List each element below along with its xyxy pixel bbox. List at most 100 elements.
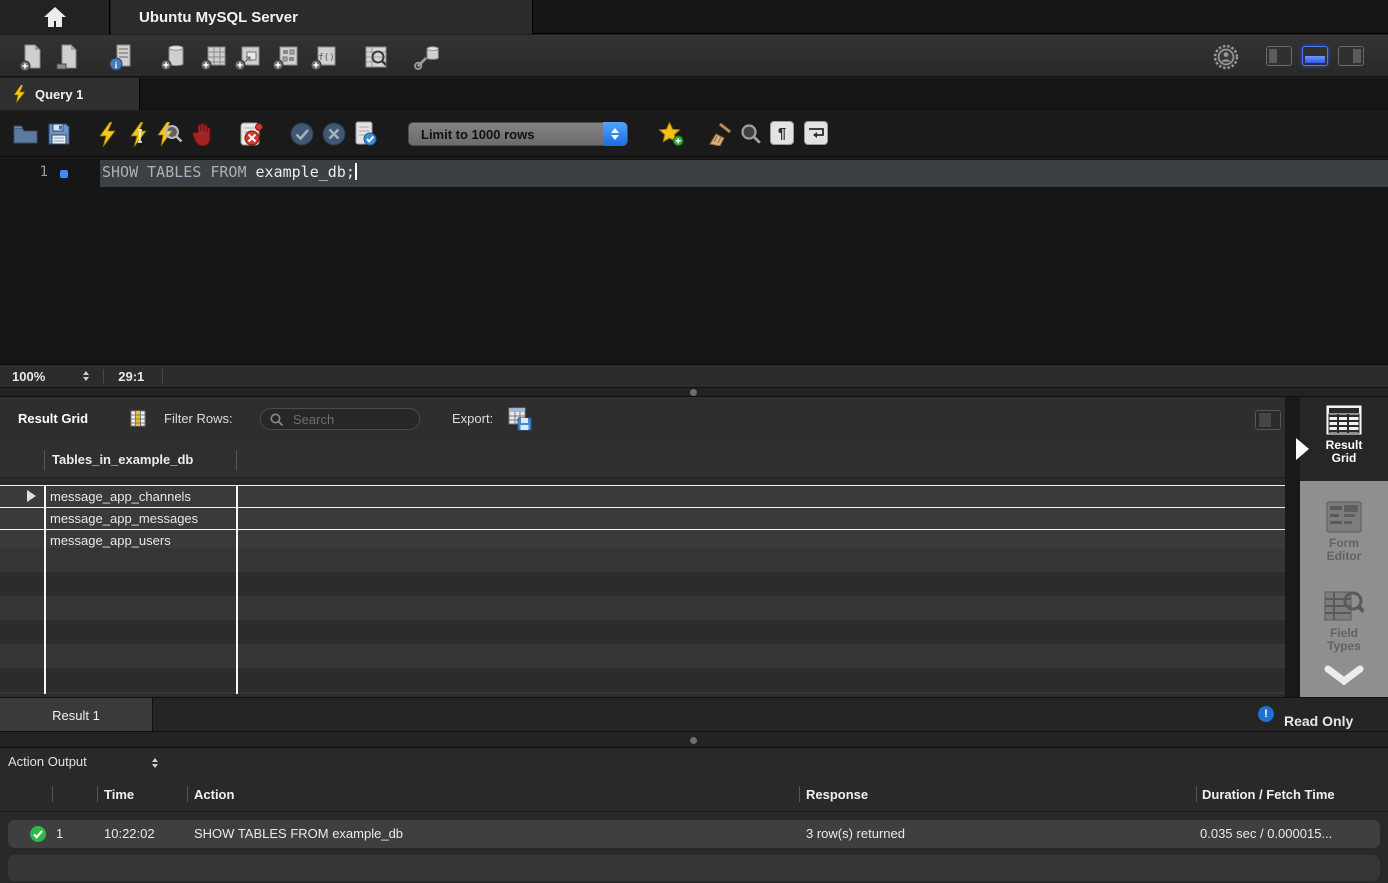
toggle-stop-on-error-button[interactable] <box>238 121 264 147</box>
commit-button[interactable] <box>289 121 315 147</box>
create-procedure-button[interactable] <box>272 43 300 71</box>
zoom-stepper[interactable] <box>83 371 89 381</box>
grid-options-icon[interactable] <box>130 410 146 427</box>
new-query-tab-button[interactable] <box>18 43 46 71</box>
column-header-action[interactable]: Action <box>194 787 234 802</box>
inspector-button[interactable]: i <box>108 43 136 71</box>
connection-tools-button[interactable] <box>414 43 442 71</box>
right-panel-fill <box>1353 49 1361 63</box>
function-plus-icon: f() <box>310 44 338 71</box>
column-header-time[interactable]: Time <box>104 787 134 802</box>
save-script-button[interactable] <box>46 121 72 147</box>
bottom-panel-fill <box>1305 56 1325 63</box>
empty-grid-rows <box>0 548 1285 694</box>
toggle-invisible-chars-button[interactable]: ¶ <box>770 121 794 145</box>
find-button[interactable] <box>738 121 764 147</box>
rollback-button[interactable] <box>321 121 347 147</box>
database-wrench-icon <box>414 43 442 71</box>
open-document-icon <box>55 44 81 71</box>
execute-current-statement-button[interactable] <box>126 121 152 147</box>
row-action: SHOW TABLES FROM example_db <box>194 826 403 841</box>
action-output-row[interactable]: 1 10:22:02 SHOW TABLES FROM example_db 3… <box>8 820 1380 848</box>
create-view-button[interactable] <box>234 43 262 71</box>
inspector-icon: i <box>109 44 136 71</box>
save-snippet-button[interactable] <box>658 121 684 147</box>
side-panel-item-result-grid[interactable]: Result Grid <box>1300 405 1388 465</box>
side-panel-item-form-editor[interactable]: Form Editor <box>1300 501 1388 563</box>
connection-tab[interactable]: Ubuntu MySQL Server <box>111 0 533 34</box>
limit-rows-value: Limit to 1000 rows <box>409 127 603 142</box>
create-table-button[interactable] <box>200 43 228 71</box>
caret-position: 29:1 <box>118 369 144 384</box>
tab-query-1[interactable]: Query 1 <box>0 78 140 110</box>
column-header-response[interactable]: Response <box>806 787 868 802</box>
commit-check-icon <box>290 122 314 146</box>
editor-result-splitter[interactable] <box>0 387 1388 397</box>
filter-search-field[interactable] <box>260 408 420 430</box>
column-divider[interactable] <box>236 450 237 471</box>
procedure-plus-icon <box>272 44 300 71</box>
toggle-right-panel-button[interactable] <box>1338 46 1364 66</box>
grid-column-header-row[interactable]: Tables_in_example_db <box>0 443 1285 478</box>
output-selector-stepper[interactable] <box>152 758 158 768</box>
execute-query-button[interactable] <box>94 121 120 147</box>
query-tab-label: Query 1 <box>35 87 83 102</box>
row-time: 10:22:02 <box>104 826 155 841</box>
result-output-splitter[interactable] <box>0 731 1388 748</box>
tab-result-1[interactable]: Result 1 <box>0 698 153 731</box>
query-tab-bar: Query 1 <box>0 78 1388 110</box>
stop-query-button[interactable] <box>190 121 216 147</box>
explain-magnifier-icon <box>157 122 183 147</box>
toggle-autocommit-button[interactable] <box>352 121 378 147</box>
toggle-word-wrap-button[interactable] <box>804 121 828 145</box>
explain-plan-button[interactable] <box>157 121 183 147</box>
open-sql-file-button[interactable] <box>12 121 38 147</box>
toggle-preview-panel-button[interactable] <box>1255 410 1281 430</box>
text-caret <box>355 163 357 180</box>
execute-statement-icon <box>129 122 149 147</box>
sql-keywords: SHOW TABLES FROM <box>102 163 256 181</box>
preferences-button[interactable] <box>1212 43 1240 71</box>
action-output-title: Action Output <box>8 754 87 769</box>
lightning-icon <box>13 85 26 103</box>
column-divider <box>97 786 98 802</box>
beautify-script-button[interactable] <box>706 121 732 147</box>
left-panel-fill <box>1269 49 1277 63</box>
sql-code-line[interactable]: SHOW TABLES FROM example_db; <box>102 163 357 181</box>
mysql-workbench-window: Ubuntu MySQL Server i <box>0 0 1388 883</box>
stop-on-error-icon <box>239 121 263 147</box>
autocommit-icon <box>353 121 377 147</box>
side-panel-label: Form Editor <box>1313 537 1375 563</box>
create-schema-button[interactable] <box>160 43 188 71</box>
chevron-down-icon[interactable] <box>1324 665 1364 687</box>
open-script-button[interactable] <box>54 43 82 71</box>
toggle-left-panel-button[interactable] <box>1266 46 1292 66</box>
table-plus-icon <box>200 44 228 71</box>
limit-rows-dropdown[interactable]: Limit to 1000 rows <box>408 122 628 146</box>
export-button[interactable] <box>508 407 532 431</box>
create-function-button[interactable]: f() <box>310 43 338 71</box>
toggle-bottom-panel-button[interactable] <box>1302 46 1328 66</box>
sql-identifier: example_db; <box>256 163 355 181</box>
column-border[interactable] <box>236 485 238 694</box>
word-wrap-icon <box>808 126 824 140</box>
folder-icon <box>13 124 38 144</box>
splitter-handle-icon <box>690 737 697 744</box>
divider <box>162 369 163 384</box>
home-tab[interactable] <box>0 0 110 34</box>
result-side-panel: Result Grid Form Editor Field Types <box>1300 397 1388 697</box>
action-output-panel: Action Output Time Action Response Durat… <box>0 748 1388 883</box>
table-row[interactable]: message_app_channels <box>0 486 1285 507</box>
column-header-duration[interactable]: Duration / Fetch Time <box>1202 787 1335 802</box>
cell-table-name: message_app_messages <box>0 511 198 526</box>
stop-hand-icon <box>192 122 215 146</box>
table-row[interactable]: message_app_messages <box>0 508 1285 529</box>
panel-pointer-icon <box>1296 438 1309 460</box>
database-plus-icon <box>160 44 188 71</box>
success-check-icon <box>30 826 46 842</box>
main-toolbar: i <box>0 35 1388 77</box>
search-input[interactable] <box>291 410 413 428</box>
search-table-data-button[interactable] <box>362 43 390 71</box>
sql-editor[interactable]: 1 SHOW TABLES FROM example_db; <box>0 158 1388 364</box>
side-panel-item-field-types[interactable]: Field Types <box>1300 589 1388 653</box>
